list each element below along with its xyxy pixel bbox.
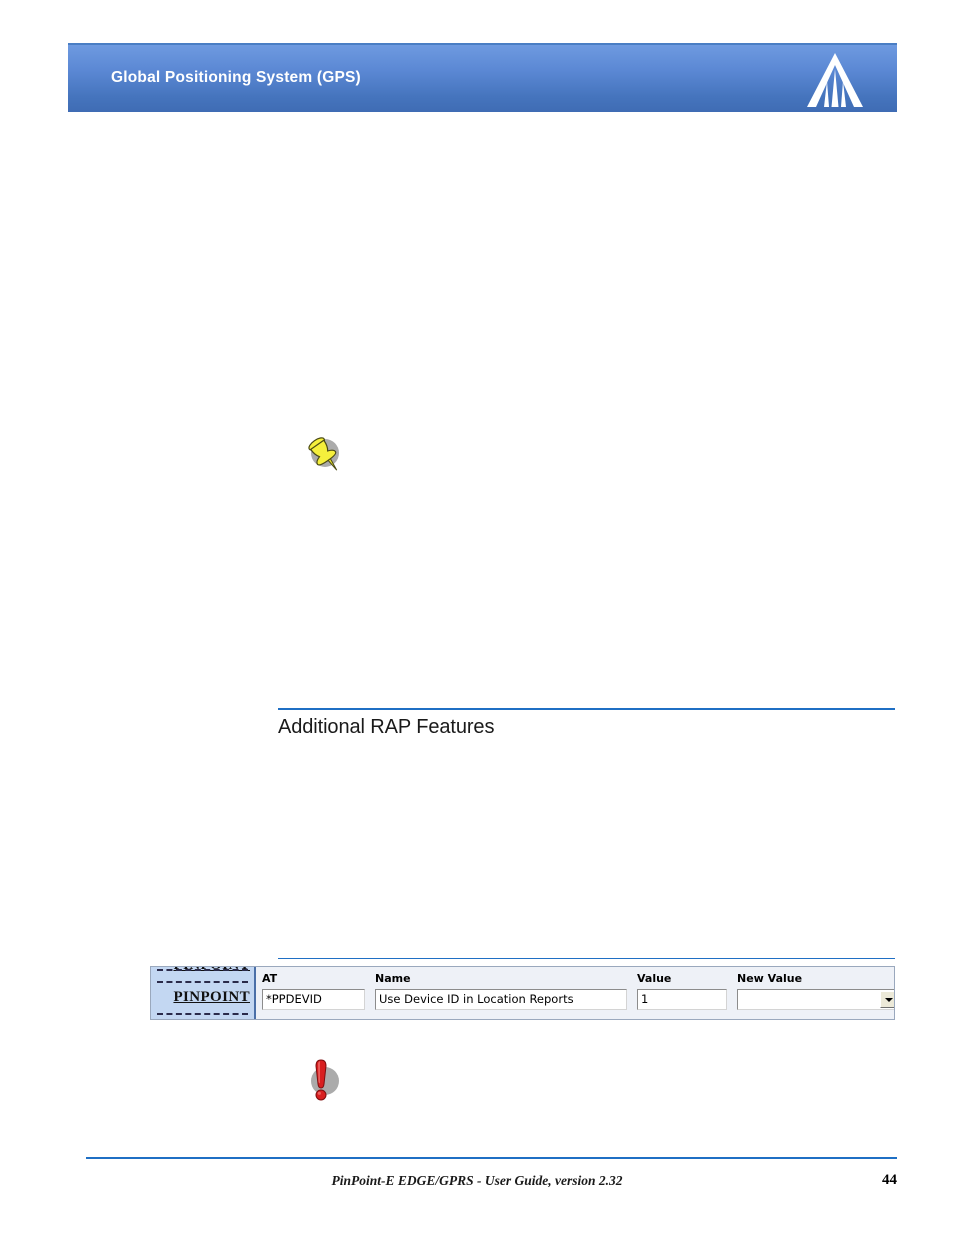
sidebar-dashed-rule-bottom — [157, 1013, 248, 1015]
chevron-down-icon[interactable] — [880, 991, 894, 1008]
figure-divider — [278, 958, 895, 959]
rap-field-value[interactable]: 1 — [637, 989, 727, 1010]
rap-parameter-table: PINPOINT PINPOINT AT *PPDEVID Name Use D… — [150, 966, 895, 1020]
page-number: 44 — [882, 1172, 897, 1188]
sidebar-dashed-rule-middle — [157, 981, 248, 983]
rap-column-header-at: AT — [262, 972, 278, 985]
rap-column-value: Value 1 — [631, 969, 731, 1019]
section-block: Additional RAP Features — [278, 708, 895, 739]
rap-column-name: Name Use Device ID in Location Reports — [369, 969, 631, 1019]
rap-new-value-text — [738, 990, 880, 1009]
rap-column-at: AT *PPDEVID — [256, 969, 369, 1019]
rap-field-name[interactable]: Use Device ID in Location Reports — [375, 989, 627, 1010]
pushpin-note-icon — [301, 433, 345, 477]
section-divider — [278, 708, 895, 710]
page-header-banner: Global Positioning System (GPS) — [68, 43, 897, 112]
rap-field-at[interactable]: *PPDEVID — [262, 989, 365, 1010]
rap-table-body: AT *PPDEVID Name Use Device ID in Locati… — [256, 967, 894, 1019]
chevron-down-caret — [884, 997, 893, 1002]
section-heading: Additional RAP Features — [278, 716, 495, 738]
document-page: Global Positioning System (GPS) Addition… — [0, 0, 954, 1235]
footer-divider — [86, 1157, 897, 1159]
rap-brand-label: PINPOINT — [173, 989, 250, 1005]
page-header-title: Global Positioning System (GPS) — [111, 69, 361, 86]
rap-column-new-value: New Value — [731, 969, 894, 1019]
rap-column-header-name: Name — [375, 972, 411, 985]
warning-exclamation-icon — [301, 1057, 345, 1103]
footer-text: PinPoint-E EDGE/GPRS - User Guide, versi… — [331, 1173, 623, 1188]
rap-column-header-value: Value — [637, 972, 672, 985]
rap-sidebar: PINPOINT PINPOINT — [151, 967, 256, 1019]
rap-column-header-new-value: New Value — [737, 972, 803, 985]
rap-new-value-dropdown[interactable] — [737, 989, 894, 1010]
sierra-wireless-logo — [803, 51, 867, 109]
sidebar-dashed-rule-top — [157, 969, 248, 971]
